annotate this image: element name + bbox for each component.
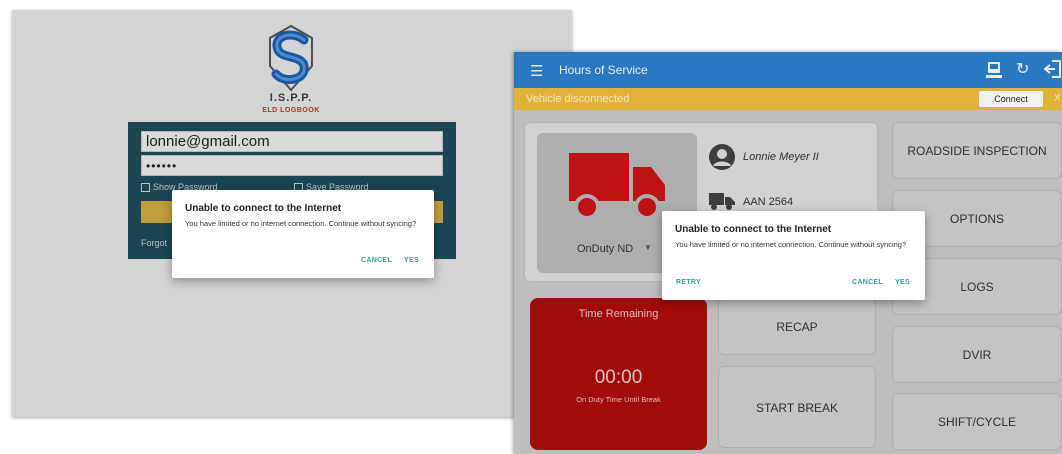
retry-button[interactable]: RETRY bbox=[676, 279, 701, 286]
no-internet-dialog: Unable to connect to the Internet You ha… bbox=[172, 190, 434, 278]
vehicle-status-banner: Vehicle disconnected Connect X bbox=[514, 88, 1062, 110]
close-banner-button[interactable]: X bbox=[1054, 93, 1061, 104]
yes-button[interactable]: YES bbox=[895, 279, 910, 286]
hos-screen: ☰ Hours of Service ↻ Vehicle disconnecte… bbox=[514, 52, 1062, 454]
dialog-title: Unable to connect to the Internet bbox=[675, 224, 832, 235]
login-screen: I.S.P.P. ELD LOGBOOK lonnie@gmail.com ••… bbox=[12, 10, 572, 417]
dialog-message: You have limited or no internet connecti… bbox=[675, 240, 907, 249]
banner-text: Vehicle disconnected bbox=[526, 93, 630, 105]
dialog-message: You have limited or no internet connecti… bbox=[185, 219, 417, 228]
hamburger-icon[interactable]: ☰ bbox=[530, 62, 543, 80]
yes-button[interactable]: YES bbox=[404, 257, 419, 264]
cancel-button[interactable]: CANCEL bbox=[852, 279, 883, 286]
logout-icon[interactable] bbox=[1044, 59, 1062, 79]
app-title: Hours of Service bbox=[559, 63, 648, 77]
cancel-button[interactable]: CANCEL bbox=[361, 257, 392, 264]
app-bar: ☰ Hours of Service ↻ bbox=[514, 52, 1062, 88]
dialog-title: Unable to connect to the Internet bbox=[185, 203, 342, 214]
no-internet-dialog: Unable to connect to the Internet You ha… bbox=[662, 211, 925, 300]
eld-device-icon[interactable] bbox=[986, 61, 1002, 79]
refresh-icon[interactable]: ↻ bbox=[1016, 59, 1029, 79]
connect-button[interactable]: Connect bbox=[979, 91, 1043, 107]
